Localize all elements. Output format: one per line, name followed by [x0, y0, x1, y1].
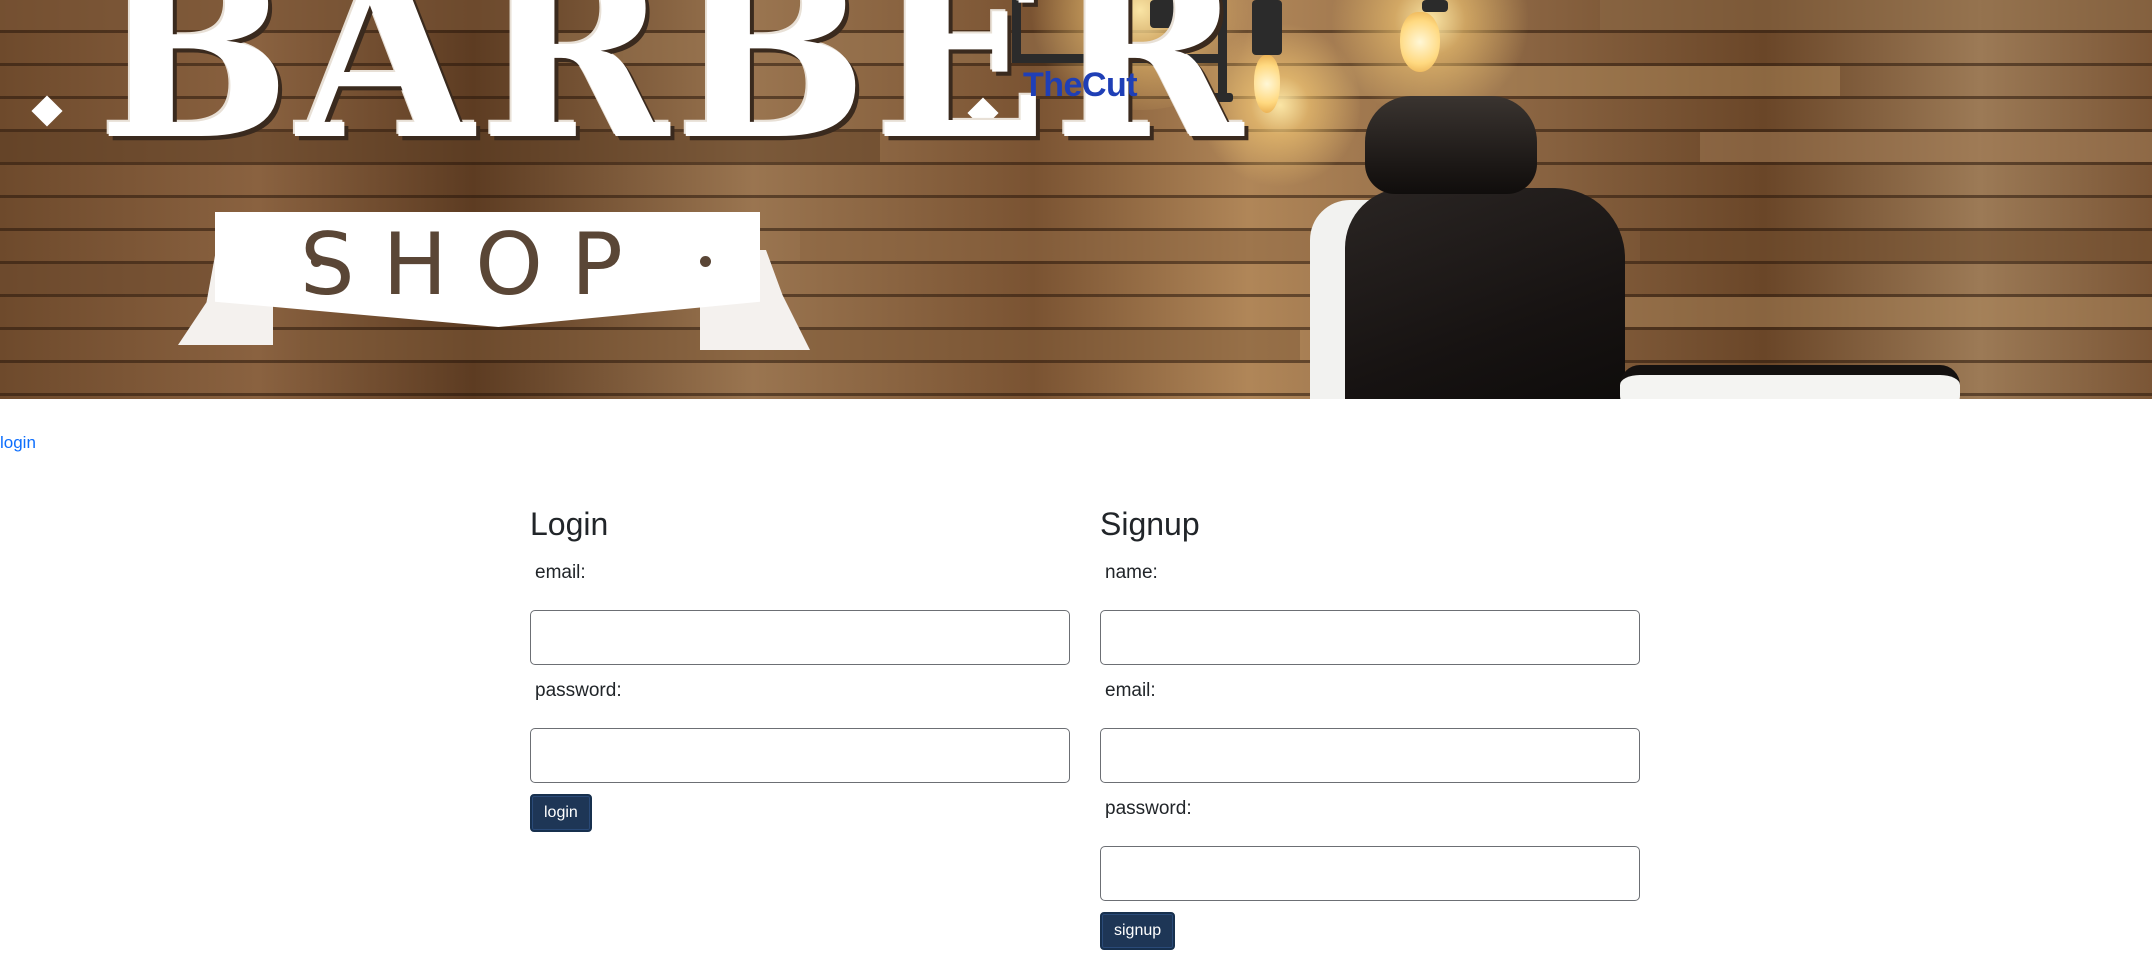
wood-plank: [800, 231, 1360, 261]
wood-plank: [1600, 0, 2152, 30]
barber-chair-arm: [1620, 365, 1960, 399]
signup-email-label: email:: [1105, 680, 1156, 701]
login-form: Login email: password: login: [530, 504, 1070, 832]
barber-chair-headrest: [1365, 96, 1537, 194]
signup-button[interactable]: signup: [1100, 912, 1176, 950]
wood-plank: [1640, 231, 2152, 261]
signup-password-label: password:: [1105, 798, 1192, 819]
barber-chair-back: [1345, 188, 1625, 399]
login-title: Login: [530, 506, 609, 542]
signup-name-label: name:: [1105, 562, 1158, 583]
hero-banner: BARBER SHOP TheCut: [0, 0, 2152, 399]
brand-link[interactable]: TheCut: [1023, 66, 1138, 105]
banner-logo-shop: SHOP: [300, 215, 651, 315]
login-password-input[interactable]: [530, 728, 1070, 783]
signup-password-input[interactable]: [1100, 846, 1640, 901]
lamp-socket: [1422, 0, 1448, 12]
light-bulb: [1254, 55, 1280, 113]
login-button[interactable]: login: [530, 794, 592, 832]
nav-login-link[interactable]: login: [0, 433, 36, 453]
signup-title: Signup: [1100, 506, 1200, 542]
signup-form: Signup name: email: password: signup: [1100, 504, 1640, 950]
light-bulb: [1400, 12, 1440, 72]
login-password-label: password:: [535, 680, 622, 701]
signup-name-input[interactable]: [1100, 610, 1640, 665]
wood-plank: [1700, 132, 2152, 162]
login-email-input[interactable]: [530, 610, 1070, 665]
signup-email-input[interactable]: [1100, 728, 1640, 783]
logo-diamond: [31, 95, 63, 127]
logo-dot: [700, 256, 711, 267]
login-email-label: email:: [535, 562, 586, 583]
lamp-socket: [1252, 0, 1282, 55]
